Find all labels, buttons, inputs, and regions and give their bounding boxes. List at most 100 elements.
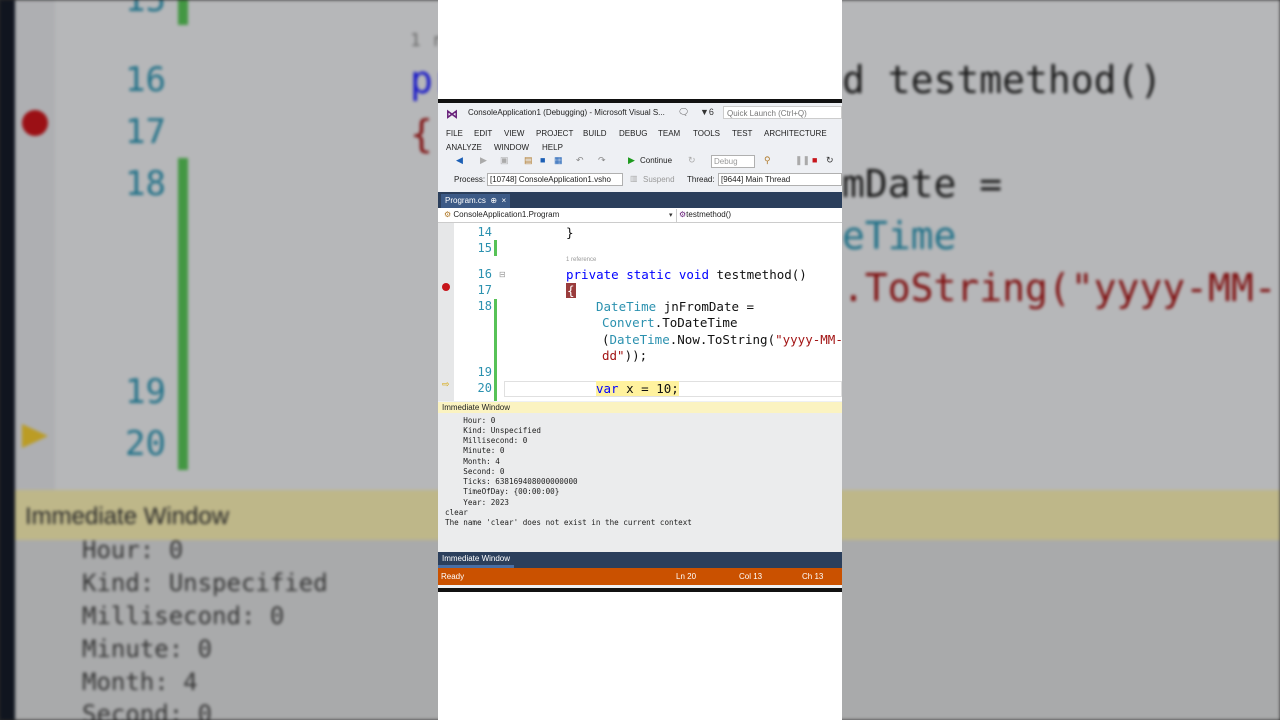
visual-studio-window: ⋈ ConsoleApplication1 (Debugging) - Micr… [438, 99, 842, 592]
chevron-down-icon: ▾ [669, 212, 673, 219]
code-line-17: { [566, 283, 576, 298]
immediate-line: Second: 0 [445, 467, 505, 476]
code-text: )); [624, 348, 648, 363]
member-select[interactable]: ⚙testmethod() [676, 209, 842, 222]
continue-button[interactable]: Continue [640, 156, 672, 165]
menu-analyze[interactable]: ANALYZE [446, 143, 482, 152]
tab-label: Program.cs [445, 196, 486, 205]
immediate-line: TimeOfDay: {00:00:00} [445, 487, 560, 496]
menu-build[interactable]: BUILD [583, 129, 607, 138]
quick-launch-input[interactable]: Quick Launch (Ctrl+Q) [723, 106, 842, 119]
status-state: Ready [441, 572, 465, 581]
tab-program-cs[interactable]: Program.cs ⊕ × [441, 194, 511, 208]
immediate-window-title: Immediate Window [438, 402, 842, 413]
code-method-name: testmethod() [709, 267, 807, 282]
line-number: 16 [477, 267, 492, 281]
menu-window[interactable]: WINDOW [494, 143, 529, 152]
immediate-line: Millisecond: 0 [445, 436, 528, 445]
line-number: 18 [477, 299, 492, 313]
visual-studio-logo-icon: ⋈ [446, 107, 458, 121]
change-bar [494, 240, 497, 256]
code-type: DateTime [596, 299, 657, 314]
menu-debug[interactable]: DEBUG [619, 129, 647, 138]
immediate-line: The name 'clear' does not exist in the c… [445, 518, 692, 527]
code-line-18-wrap3: dd")); [602, 348, 647, 363]
process-label: Process: [454, 175, 486, 184]
suspend-button[interactable]: Suspend [643, 175, 675, 184]
menu-file[interactable]: FILE [446, 129, 463, 138]
flag-icon: ▼ [700, 107, 709, 117]
status-char: Ch 13 [802, 572, 824, 581]
thread-label: Thread: [687, 175, 715, 184]
restart-icon[interactable]: ↻ [826, 155, 834, 166]
status-column: Col 13 [739, 572, 763, 581]
code-string: "yyyy-MM- [775, 332, 842, 347]
window-title: ConsoleApplication1 (Debugging) - Micros… [468, 108, 665, 117]
menu-project[interactable]: PROJECT [536, 129, 573, 138]
suspend-icon[interactable]: ▥ [630, 174, 638, 183]
code-editor[interactable]: 14 15 16 17 18 19 20 ⊟ ⇨ } 1 reference p… [438, 223, 842, 401]
immediate-line: Kind: Unspecified [445, 426, 542, 435]
undo-icon[interactable]: ↶ [576, 155, 584, 166]
tab-immediate-window[interactable]: Immediate Window [438, 552, 514, 568]
pause-icon[interactable]: ❚❚ [795, 155, 810, 166]
class-select-value: ConsoleApplication1.Program [453, 210, 560, 219]
thread-select[interactable]: [9644] Main Thread [718, 173, 842, 186]
change-bar [494, 299, 497, 401]
code-keyword: var [596, 381, 619, 396]
member-select-value: testmethod() [686, 210, 732, 219]
forward-icon[interactable]: ▶ [480, 155, 487, 166]
debug-location-toolbar: Process: [10748] ConsoleApplication1.vsh… [438, 171, 842, 188]
code-text: ( [602, 332, 610, 347]
pin-icon[interactable]: ⊕ [490, 196, 497, 205]
menu-team[interactable]: TEAM [658, 129, 680, 138]
find-icon[interactable]: ⚲ [764, 155, 771, 166]
menu-view[interactable]: VIEW [504, 129, 524, 138]
menu-edit[interactable]: EDIT [474, 129, 492, 138]
breakpoint-icon[interactable] [442, 283, 450, 291]
codelens-references[interactable]: 1 reference [566, 257, 596, 263]
code-line-18: DateTime jnFromDate = [596, 299, 754, 314]
close-icon[interactable]: × [502, 196, 507, 205]
immediate-line: Hour: 0 [445, 416, 496, 425]
refresh-icon[interactable]: ↻ [688, 155, 696, 166]
code-text: .Now.ToString( [669, 332, 776, 347]
notification-count: 6 [708, 107, 714, 117]
status-bar: Ready Ln 20 Col 13 Ch 13 [438, 568, 842, 585]
line-number: 20 [477, 381, 492, 395]
breakpoint-gutter[interactable] [438, 223, 454, 401]
standard-toolbar: ◀ ▶ ▣ ▤ ■ ▦ ↶ ↷ ▶ Continue ↻ Debug ⚲ ❚❚ … [438, 153, 842, 170]
code-type: DateTime [609, 332, 670, 347]
menu-tools[interactable]: TOOLS [693, 129, 720, 138]
menu-help[interactable]: HELP [542, 143, 563, 152]
class-icon: ⚙ [444, 210, 452, 219]
solution-config-select[interactable]: Debug [711, 155, 755, 168]
immediate-line: Month: 4 [445, 457, 500, 466]
notifications[interactable]: ▼6 [700, 107, 714, 117]
code-string: dd" [602, 348, 625, 363]
open-file-icon[interactable]: ▤ [524, 155, 533, 166]
new-project-icon[interactable]: ▣ [500, 155, 509, 166]
status-line: Ln 20 [676, 572, 697, 581]
menu-test[interactable]: TEST [732, 129, 752, 138]
process-select[interactable]: [10748] ConsoleApplication1.vsho [487, 173, 623, 186]
immediate-line: Year: 2023 [445, 498, 510, 507]
code-line-16: private static void testmethod() [566, 267, 807, 282]
menu-bar: FILE EDIT VIEW PROJECT BUILD DEBUG TEAM … [438, 126, 842, 154]
back-icon[interactable]: ◀ [456, 155, 463, 166]
navigation-bar: ⚙ ConsoleApplication1.Program ▾ ⚙testmet… [438, 208, 842, 223]
line-number: 15 [477, 241, 492, 255]
feedback-icon[interactable]: 🗨 [678, 107, 689, 118]
line-number: 19 [477, 365, 492, 379]
collapse-icon[interactable]: ⊟ [499, 270, 506, 279]
menu-architecture[interactable]: ARCHITECTURE [764, 129, 827, 138]
code-text: x = 10; [618, 381, 679, 396]
code-type: Convert [602, 315, 655, 330]
save-all-icon[interactable]: ▦ [554, 155, 563, 166]
redo-icon[interactable]: ↷ [598, 155, 606, 166]
code-line-14: } [566, 225, 574, 240]
continue-play-icon[interactable]: ▶ [628, 155, 635, 166]
save-icon[interactable]: ■ [540, 155, 545, 165]
stop-icon[interactable]: ■ [812, 155, 817, 165]
class-select[interactable]: ⚙ ConsoleApplication1.Program [442, 209, 675, 222]
